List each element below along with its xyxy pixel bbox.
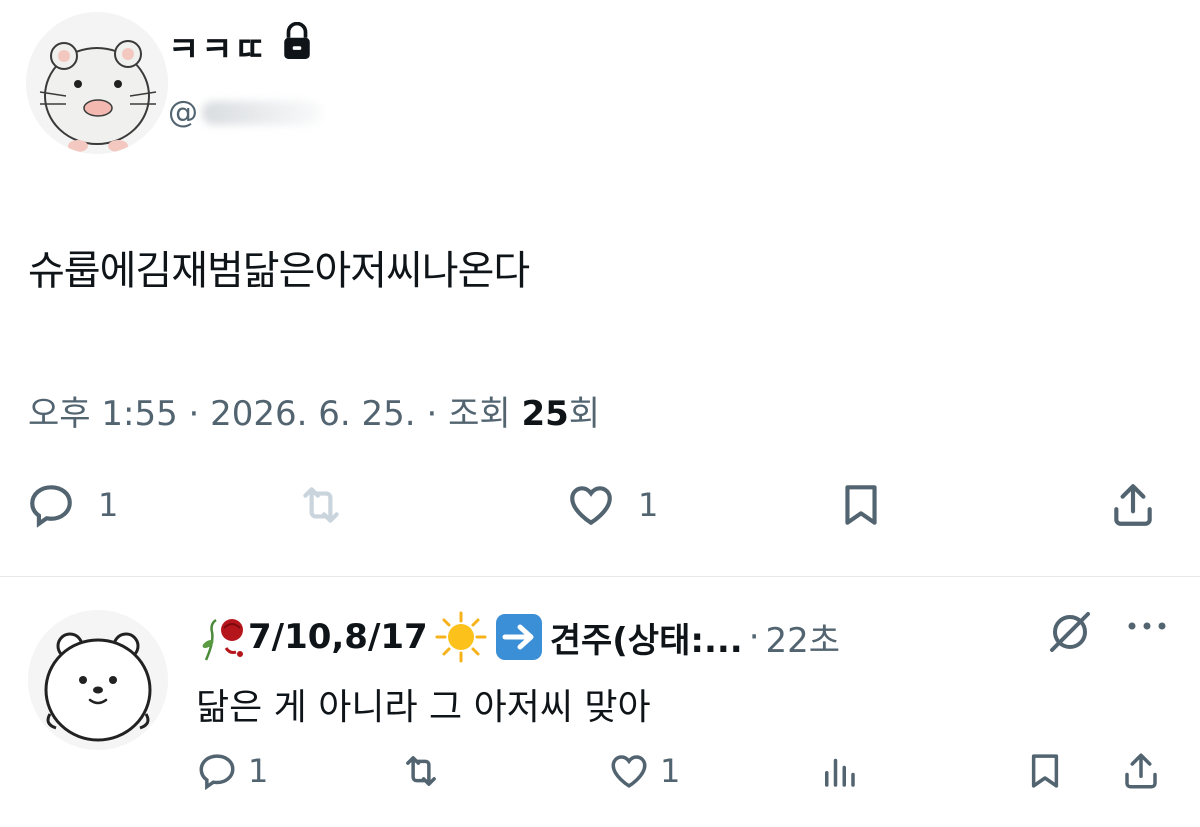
tweet-meta: 오후 1:55 · 2026. 6. 25. · 조회 25회	[28, 386, 600, 435]
reply-text: 닮은 게 아니라 그 아저씨 맞아	[196, 687, 651, 728]
reply-views-button[interactable]	[818, 750, 860, 792]
reply-author-name[interactable]: 7/10,8/17	[248, 617, 428, 657]
handle-redacted	[202, 100, 322, 125]
tweet-text: 슈룹에김재범닮은아저씨나온다	[28, 248, 530, 294]
arrow-right-icon	[494, 612, 544, 662]
reply-icon	[30, 485, 72, 528]
tweet-action-bar: 1 1	[0, 480, 1200, 550]
views-suffix: 회	[568, 394, 601, 434]
reply-reply-button[interactable]: 1	[196, 750, 268, 792]
reply-icon	[199, 754, 235, 791]
bookmark-icon	[845, 485, 877, 525]
views-icon	[825, 758, 855, 787]
display-name[interactable]: ㅋㅋㄸ	[168, 21, 568, 71]
meta-separator: ·	[188, 394, 200, 434]
reply-time[interactable]: 22초	[766, 613, 841, 662]
like-count: 1	[638, 486, 659, 524]
bookmark-button[interactable]	[836, 480, 886, 530]
bookmark-icon	[1031, 754, 1059, 788]
handle-prefix: @	[168, 95, 198, 130]
reply-share-button[interactable]	[1120, 750, 1162, 792]
more-icon[interactable]	[1126, 618, 1168, 637]
reply-count: 1	[98, 486, 119, 524]
grok-icon[interactable]	[1046, 608, 1094, 660]
lock-icon	[280, 21, 314, 71]
reply-like-count: 1	[660, 752, 681, 790]
wilted-rose-icon	[196, 612, 248, 662]
retweet-button[interactable]	[296, 480, 346, 530]
reply-retweet-button[interactable]	[400, 750, 442, 792]
display-name-text[interactable]: ㅋㅋㄸ	[168, 22, 268, 71]
share-icon	[1114, 484, 1152, 526]
tweet-header	[26, 12, 168, 154]
reply-author-row: 7/10,8/17 견주(상태:... · 22초	[196, 610, 840, 664]
like-icon	[570, 486, 612, 526]
share-button[interactable]	[1108, 480, 1158, 530]
views-label: 조회	[448, 394, 511, 434]
divider	[0, 576, 1200, 577]
bear-avatar[interactable]	[28, 610, 168, 750]
retweet-icon	[303, 487, 339, 523]
like-button[interactable]: 1	[566, 480, 658, 530]
meta-separator: ·	[426, 394, 438, 434]
sun-icon	[434, 610, 488, 664]
hamster-avatar[interactable]	[26, 12, 168, 154]
views-count[interactable]: 25	[521, 394, 568, 434]
reply-like-button[interactable]: 1	[608, 750, 680, 792]
tweet-time[interactable]: 오후 1:55	[28, 394, 178, 434]
reply-separator: ·	[748, 617, 760, 657]
share-icon	[1125, 753, 1157, 789]
retweet-icon	[406, 756, 436, 786]
reply-bookmark-button[interactable]	[1024, 750, 1066, 792]
reply-button[interactable]: 1	[26, 480, 118, 530]
tweet-date[interactable]: 2026. 6. 25.	[210, 394, 415, 434]
handle[interactable]: @	[168, 95, 568, 130]
reply-author-name-tail[interactable]: 견주(상태:...	[550, 613, 743, 662]
author-block: ㅋㅋㄸ @	[168, 21, 568, 130]
like-icon	[611, 755, 647, 788]
reply-reply-count: 1	[248, 752, 269, 790]
reply-action-bar: 1 1	[0, 750, 1200, 810]
